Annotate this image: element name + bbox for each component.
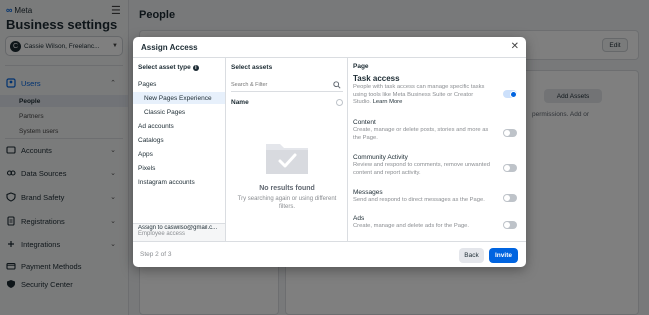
close-icon[interactable]: ✕ [511,41,519,52]
asset-type-instagram-accounts[interactable]: Instagram accounts [133,176,225,188]
no-results-hint: Try searching again or using different f… [237,196,337,210]
permissions-header: Page [353,63,369,70]
permission-title: Task access [353,74,400,83]
asset-type-ad-accounts[interactable]: Ad accounts [133,120,225,132]
permission-title: Community Activity [353,154,408,161]
permission-messages: Messages Send and respond to direct mess… [353,189,523,205]
task-access-toggle[interactable] [503,90,517,98]
assign-role: Employee access [138,231,186,237]
assign-to-summary: Assign to caswilso@gmail.c... Employee a… [133,223,225,241]
select-all-radio[interactable] [336,98,343,106]
content-toggle[interactable] [503,129,517,137]
asset-type-new-pages-experience[interactable]: New Pages Experience [133,92,225,104]
step-indicator: Step 2 of 3 [140,251,172,258]
ads-toggle[interactable] [503,221,517,229]
no-results-title: No results found [259,185,315,192]
asset-search [231,79,343,92]
empty-folder-icon [264,140,310,176]
permissions-column: Page Task access People with task access… [348,57,526,241]
permission-title: Ads [353,215,365,222]
messages-toggle[interactable] [503,194,517,202]
asset-type-pages[interactable]: Pages [133,78,225,90]
permission-description: Create, manage and delete ads for the Pa… [353,223,470,229]
asset-type-classic-pages[interactable]: Classic Pages [133,106,225,118]
back-button[interactable]: Back [459,248,484,263]
name-header-label: Name [231,98,249,106]
dialog-title: Assign Access [141,43,198,52]
search-input[interactable] [231,82,331,88]
permission-community-activity: Community Activity Review and respond to… [353,154,523,177]
asset-type-apps[interactable]: Apps [133,148,225,160]
search-icon[interactable] [333,81,341,91]
dialog-footer: Step 2 of 3 Back Invite [133,241,526,267]
info-icon[interactable]: i [192,64,199,71]
permission-description: People with task access can manage speci… [353,84,491,107]
permission-ads: Ads Create, manage and delete ads for th… [353,215,523,231]
asset-type-pixels[interactable]: Pixels [133,162,225,174]
permission-title: Messages [353,189,383,196]
asset-type-catalogs[interactable]: Catalogs [133,134,225,146]
permission-task-access: Task access People with task access can … [353,74,523,107]
select-assets-header: Select assets [231,64,273,71]
community-activity-toggle[interactable] [503,164,517,172]
permission-description: Send and respond to direct messages as t… [353,197,485,203]
asset-type-header: Select asset type i [138,64,199,71]
asset-type-column: Select asset type i Pages New Pages Expe… [133,57,226,241]
select-assets-column: Select assets Name No results found Try … [226,57,348,241]
assign-access-dialog: Assign Access ✕ Select asset type i Page… [133,37,526,267]
permission-description: Review and respond to comments, remove u… [353,162,490,176]
learn-more-link[interactable]: Learn More [373,99,403,105]
name-column-header: Name [231,97,343,107]
permission-title: Content [353,119,376,126]
invite-button[interactable]: Invite [489,248,518,263]
permission-content: Content Create, manage or delete posts, … [353,119,523,142]
permission-description: Create, manage or delete posts, stories … [353,127,489,141]
asset-type-header-label: Select asset type [138,64,191,71]
